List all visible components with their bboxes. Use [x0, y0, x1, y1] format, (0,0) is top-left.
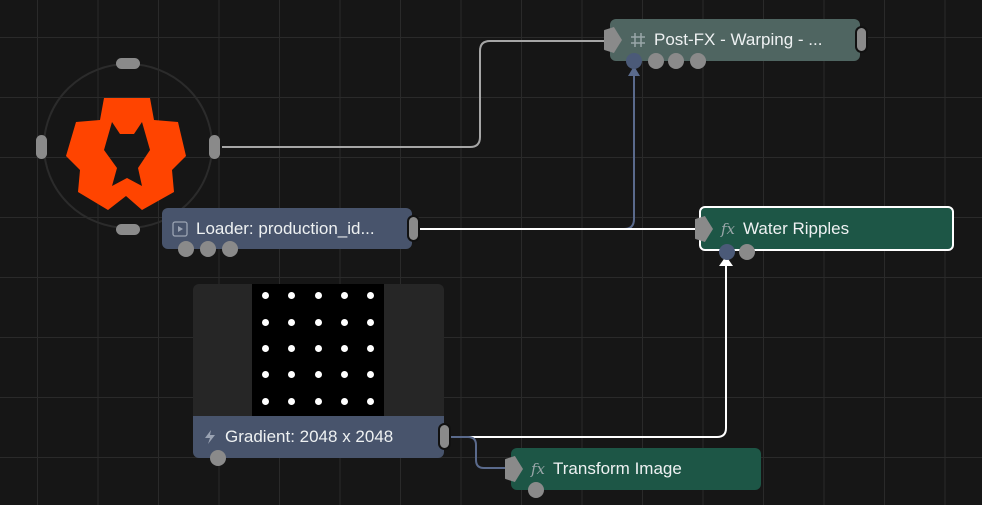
preview-dot — [261, 292, 269, 300]
param-port[interactable] — [668, 53, 684, 69]
preview-dot — [340, 345, 348, 352]
preview-dot — [340, 318, 348, 326]
logo-node[interactable] — [36, 58, 220, 235]
input-port[interactable] — [505, 456, 523, 482]
logo-star-icon — [66, 98, 186, 210]
preview-dot — [288, 397, 296, 405]
param-port[interactable] — [719, 244, 735, 260]
logo-port-top[interactable] — [116, 58, 140, 69]
logo-port-left[interactable] — [36, 135, 47, 159]
node-label: Loader: production_id... — [196, 218, 375, 238]
wire-gradient-to-transform[interactable] — [450, 436, 508, 469]
preview-dot — [367, 345, 375, 352]
wire-loader-to-postfx[interactable] — [420, 72, 635, 230]
preview-dot — [261, 318, 269, 326]
node-post-fx[interactable]: Post-FX - Warping - ... — [604, 19, 868, 69]
node-label: Gradient: 2048 x 2048 — [225, 427, 394, 446]
preview-dot — [261, 371, 269, 379]
preview-dot — [288, 292, 296, 300]
preview-dot — [340, 292, 348, 300]
output-port[interactable] — [438, 423, 451, 450]
param-port[interactable] — [626, 53, 642, 69]
node-water-ripples[interactable]: fx Water Ripples — [695, 206, 954, 260]
node-gradient[interactable]: Gradient: 2048 x 2048 — [193, 284, 451, 466]
grid-hash-icon — [630, 32, 646, 48]
node-label: Water Ripples — [743, 218, 850, 238]
preview-dot — [314, 371, 322, 379]
param-port[interactable] — [178, 241, 194, 257]
gradient-header[interactable]: Gradient: 2048 x 2048 — [193, 416, 451, 466]
preview-dot — [367, 397, 375, 405]
preview-dot — [340, 371, 348, 379]
play-icon — [172, 220, 188, 237]
param-port[interactable] — [739, 244, 755, 260]
preview-dot — [367, 371, 375, 379]
input-port[interactable] — [695, 216, 713, 242]
preview-dot — [288, 371, 296, 379]
param-port[interactable] — [648, 53, 664, 69]
preview-dot — [340, 397, 348, 405]
preview-dot — [261, 397, 269, 405]
preview-dot — [314, 318, 322, 326]
fx-icon: fx — [531, 460, 546, 478]
param-port[interactable] — [210, 450, 226, 466]
param-port[interactable] — [690, 53, 706, 69]
preview-dot — [288, 345, 296, 352]
node-transform-image[interactable]: fx Transform Image — [505, 448, 761, 498]
logo-port-right[interactable] — [209, 135, 220, 159]
preview-dot — [314, 345, 322, 352]
preview-dot — [288, 318, 296, 326]
preview-dot — [261, 345, 269, 352]
lightning-icon — [203, 429, 217, 445]
param-port[interactable] — [528, 482, 544, 498]
preview-dot — [314, 292, 322, 300]
node-label: Transform Image — [553, 459, 682, 478]
wire-gradient-to-water-ripples[interactable] — [450, 262, 727, 438]
param-port[interactable] — [222, 241, 238, 257]
logo-port-bottom[interactable] — [116, 224, 140, 235]
output-port[interactable] — [407, 215, 420, 242]
output-port[interactable] — [855, 26, 868, 53]
input-port[interactable] — [604, 27, 622, 53]
node-loader[interactable]: Loader: production_id... — [162, 208, 420, 257]
param-port[interactable] — [200, 241, 216, 257]
fx-icon: fx — [721, 219, 736, 238]
wire-logo-to-postfx[interactable] — [222, 40, 612, 148]
preview-dot — [367, 318, 375, 326]
gradient-preview-image — [252, 284, 384, 416]
preview-dot — [314, 397, 322, 405]
preview-dot — [367, 292, 375, 300]
node-label: Post-FX - Warping - ... — [654, 30, 823, 49]
